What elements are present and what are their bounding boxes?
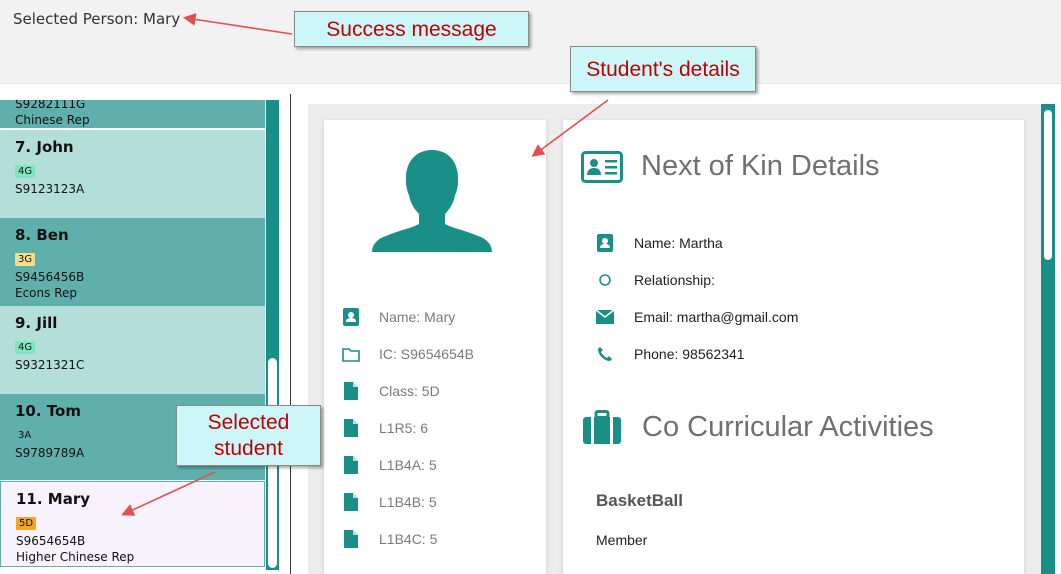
profile-l1r5: L1R5: 6 xyxy=(379,420,429,436)
class-tag: 5D xyxy=(16,517,37,530)
profile-l1b4b: L1B4B: 5 xyxy=(379,494,437,510)
cca-activity-name: BasketBall xyxy=(596,491,683,510)
file-icon xyxy=(342,456,360,474)
contact-icon xyxy=(596,234,614,252)
kin-row-phone: Phone: 98562341 xyxy=(596,343,745,365)
profile-name: Name: Mary xyxy=(379,309,456,325)
kin-row-email: Email: martha@gmail.com xyxy=(596,306,798,328)
list-item-ic: S9321321C xyxy=(15,358,85,372)
class-tag: 4G xyxy=(15,341,36,354)
profile-row-name: Name: Mary xyxy=(342,305,455,329)
kin-name: Name: Martha xyxy=(634,235,723,251)
panel-divider[interactable] xyxy=(290,94,291,574)
contact-icon xyxy=(342,308,360,326)
list-item-ic: S9456456B xyxy=(15,270,85,284)
profile-row-l1r5: L1R5: 6 xyxy=(342,416,428,440)
file-icon xyxy=(342,493,360,511)
profile-row-ic: IC: S9654654B xyxy=(342,342,474,366)
cca-section-header: Co Curricular Activities xyxy=(583,410,934,444)
list-item-role: Econs Rep xyxy=(15,286,77,300)
profile-l1b4a: L1B4A: 5 xyxy=(379,457,437,473)
app-window: Selected Person: Mary S9282111G Chinese … xyxy=(0,0,1061,574)
kin-section-header: Next of Kin Details xyxy=(581,150,880,183)
kin-relationship: Relationship: xyxy=(634,272,715,288)
selected-callout-line2: student xyxy=(214,437,283,460)
list-item-role: Higher Chinese Rep xyxy=(16,550,135,564)
file-icon xyxy=(342,530,360,548)
id-card-icon xyxy=(581,150,623,183)
list-item-ic: S9123123A xyxy=(15,182,85,196)
envelope-icon xyxy=(596,308,614,326)
profile-row-class: Class: 5D xyxy=(342,379,440,403)
details-callout: Student's details xyxy=(570,46,756,92)
list-item-name: 9. Jill xyxy=(15,314,58,332)
class-tag: 3A xyxy=(15,429,35,442)
list-item[interactable]: 8. Ben 3G S9456456B Econs Rep xyxy=(0,218,265,306)
kin-row-relationship: Relationship: xyxy=(596,269,715,291)
person-avatar-icon xyxy=(372,150,492,252)
result-display: Selected Person: Mary xyxy=(0,0,1061,84)
kin-row-name: Name: Martha xyxy=(596,232,723,254)
list-item-role: Chinese Rep xyxy=(15,113,90,127)
list-item[interactable]: 9. Jill 4G S9321321C xyxy=(0,306,265,394)
list-item-selected[interactable]: 11. Mary 5D S9654654B Higher Chinese Rep xyxy=(0,481,265,567)
profile-ic: IC: S9654654B xyxy=(379,346,474,362)
profile-l1b4c: L1B4C: 5 xyxy=(379,531,438,547)
kin-email: Email: martha@gmail.com xyxy=(634,309,799,325)
file-icon xyxy=(342,419,360,437)
phone-icon xyxy=(596,345,614,363)
file-icon xyxy=(342,382,360,400)
profile-row-l1b4c: L1B4C: 5 xyxy=(342,527,437,551)
class-tag: 4G xyxy=(15,165,36,178)
list-item-name: 7. John xyxy=(15,138,74,156)
status-message: Selected Person: Mary xyxy=(13,10,181,28)
success-callout-text: Success message xyxy=(326,18,497,41)
kin-phone: Phone: 98562341 xyxy=(634,346,745,362)
profile-class: Class: 5D xyxy=(379,383,440,399)
cca-activity-role: Member xyxy=(596,532,648,548)
list-item-name: 8. Ben xyxy=(15,226,69,244)
success-callout: Success message xyxy=(294,11,529,47)
profile-row-l1b4a: L1B4A: 5 xyxy=(342,453,437,477)
list-item[interactable]: 7. John 4G S9123123A xyxy=(0,130,265,218)
profile-row-l1b4b: L1B4B: 5 xyxy=(342,490,437,514)
briefcase-icon xyxy=(583,410,621,444)
folder-icon xyxy=(342,345,360,363)
class-tag: 3G xyxy=(15,253,36,266)
detail-scrollbar-thumb[interactable] xyxy=(1044,110,1052,260)
list-item-ic: S9282111G xyxy=(15,100,86,111)
list-item-ic: S9654654B xyxy=(16,534,86,548)
selected-callout-line1: Selected xyxy=(207,411,290,434)
circle-icon xyxy=(596,271,614,289)
selected-callout: Selected student xyxy=(176,405,321,466)
list-item-name: 11. Mary xyxy=(16,490,91,508)
kin-section-title: Next of Kin Details xyxy=(641,150,880,182)
cca-section-title: Co Curricular Activities xyxy=(642,410,934,443)
list-item[interactable]: S9282111G Chinese Rep xyxy=(0,100,265,128)
student-list[interactable]: S9282111G Chinese Rep 7. John 4G S912312… xyxy=(0,100,266,574)
details-callout-text: Student's details xyxy=(586,58,740,81)
